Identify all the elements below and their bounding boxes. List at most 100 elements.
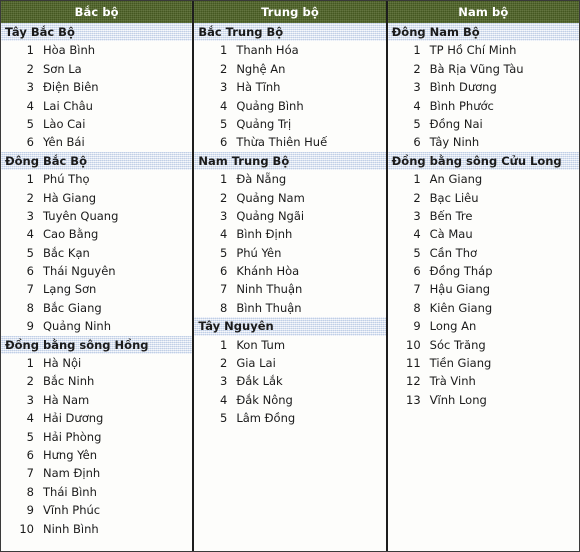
province-name: Yên Bái <box>43 135 85 150</box>
table-row: 2 Quảng Nam <box>194 189 385 207</box>
row-index: 4 <box>220 227 228 242</box>
table-body: Tây Bắc Bộ 1 Hòa Bình 2 Sơn La 3 Điện Biên 4 Lai… <box>1 23 579 551</box>
table-row: 8 Bình Thuận <box>194 299 385 317</box>
province-name: Bắc Ninh <box>43 374 95 389</box>
row-index: 4 <box>413 227 421 242</box>
province-name: Tuyên Quang <box>43 208 119 223</box>
row-index: 2 <box>220 356 228 371</box>
column-bac-bo: Tây Bắc Bộ 1 Hòa Bình 2 Sơn La 3 Điện Biên 4 Lai… <box>1 23 195 551</box>
province-name: Nghệ An <box>236 61 286 76</box>
province-name: Vĩnh Phúc <box>43 503 101 518</box>
column-nam-bo: Đông Nam Bộ 1 TP Hồ Chí Minh 2 Bà Rịa Vũng T… <box>387 23 579 551</box>
table-row: 7 Nam Định <box>1 464 192 482</box>
province-name: Ninh Thuận <box>236 282 303 297</box>
row-index: 6 <box>26 264 34 279</box>
table-row: 3 Điện Biên <box>1 78 192 96</box>
province-name: Ninh Bình <box>43 521 99 536</box>
row-index: 1 <box>220 43 228 58</box>
row-index: 3 <box>220 80 228 95</box>
province-name: Lâm Đồng <box>236 411 296 426</box>
province-name: Hòa Bình <box>43 43 96 58</box>
table-row: 5 Lào Cai <box>1 115 192 133</box>
row-index: 3 <box>220 374 228 389</box>
row-index: 5 <box>26 116 34 131</box>
province-name: Quảng Trị <box>236 116 292 131</box>
province-name: Thái Nguyên <box>43 264 116 279</box>
section-title: Đồng bằng sông Cửu Long <box>388 151 579 171</box>
province-name: Thanh Hóa <box>236 43 299 58</box>
row-index: 6 <box>413 135 421 150</box>
table-row: 12 Trà Vinh <box>388 372 579 390</box>
table-row: 4 Bình Định <box>194 225 385 243</box>
table-row: 8 Thái Bình <box>1 483 192 501</box>
province-name: Thừa Thiên Huế <box>236 135 328 150</box>
table-row: 5 Hải Phòng <box>1 428 192 446</box>
row-index: 4 <box>26 98 34 113</box>
column-header-nam-bo: Nam bộ <box>387 1 579 23</box>
province-name: TP Hồ Chí Minh <box>429 43 517 58</box>
table-row: 3 Hà Tĩnh <box>194 78 385 96</box>
table-row: 2 Nghệ An <box>194 60 385 78</box>
table-row: 2 Bắc Ninh <box>1 372 192 390</box>
province-name: Bắc Kạn <box>43 245 90 260</box>
table-row: 3 Đắk Lắk <box>194 372 385 390</box>
table-row: 7 Lạng Sơn <box>1 280 192 298</box>
row-index: 6 <box>220 135 228 150</box>
table-row: 9 Quảng Ninh <box>1 317 192 335</box>
province-name: Đắk Nông <box>236 392 293 407</box>
province-name: Lào Cai <box>43 116 86 131</box>
column-header-trung-bo: Trung bộ <box>194 1 388 23</box>
table-row: 5 Bắc Kạn <box>1 244 192 262</box>
row-index: 3 <box>26 80 34 95</box>
section-title: Tây Bắc Bộ <box>1 23 193 42</box>
province-name: Bà Rịa Vũng Tàu <box>429 61 524 76</box>
province-name: Quảng Ninh <box>43 319 112 334</box>
row-index: 4 <box>413 98 421 113</box>
section-title: Đồng bằng sông Hồng <box>1 335 193 355</box>
column-trung-bo: Bắc Trung Bộ 1 Thanh Hóa 2 Nghệ An 3 Hà Tĩnh 4 Q… <box>194 23 388 551</box>
row-index: 3 <box>26 208 34 223</box>
province-name: Bến Tre <box>429 208 473 223</box>
table-row: 3 Tuyên Quang <box>1 207 192 225</box>
table-row: 2 Sơn La <box>1 60 192 78</box>
province-name: Điện Biên <box>43 80 99 95</box>
table-row: 4 Lai Châu <box>1 97 192 115</box>
table-row: 2 Hà Giang <box>1 189 192 207</box>
column-filler <box>388 409 579 551</box>
row-index: 5 <box>413 245 421 260</box>
province-name: Thái Bình <box>43 484 97 499</box>
row-index: 1 <box>413 43 421 58</box>
table-row: 3 Quảng Ngãi <box>194 207 385 225</box>
province-name: Bình Phước <box>429 98 494 113</box>
table-header-row: Bắc bộ Trung bộ Nam bộ <box>1 1 579 23</box>
row-index: 1 <box>26 43 34 58</box>
row-index: 1 <box>220 337 228 352</box>
table-row: 10 Ninh Bình <box>1 520 192 538</box>
row-index: 5 <box>26 429 34 444</box>
table-row: 4 Quảng Bình <box>194 97 385 115</box>
column-header-bac-bo: Bắc bộ <box>1 1 195 23</box>
row-index: 1 <box>26 172 34 187</box>
province-name: Sơn La <box>43 61 82 76</box>
province-name: Bình Dương <box>429 80 497 95</box>
row-index: 3 <box>26 392 34 407</box>
row-index: 10 <box>19 521 34 536</box>
province-name: An Giang <box>429 172 483 187</box>
row-index: 5 <box>220 411 228 426</box>
row-index: 7 <box>413 282 421 297</box>
table-row: 5 Quảng Trị <box>194 115 385 133</box>
table-row: 4 Bình Phước <box>388 97 579 115</box>
table-row: 5 Lâm Đồng <box>194 409 385 427</box>
province-name: Tiền Giang <box>429 356 492 371</box>
row-index: 8 <box>26 484 34 499</box>
province-name: Quảng Nam <box>236 190 305 205</box>
table-row: 6 Hưng Yên <box>1 446 192 464</box>
province-name: Hưng Yên <box>43 447 98 462</box>
province-name: Đồng Tháp <box>429 264 493 279</box>
province-name: Hà Nội <box>43 356 82 371</box>
table-row: 2 Bạc Liêu <box>388 189 579 207</box>
table-row: 1 Đà Nẵng <box>194 170 385 188</box>
row-index: 1 <box>220 172 228 187</box>
province-name: Bình Thuận <box>236 300 302 315</box>
table-row: 9 Long An <box>388 317 579 335</box>
